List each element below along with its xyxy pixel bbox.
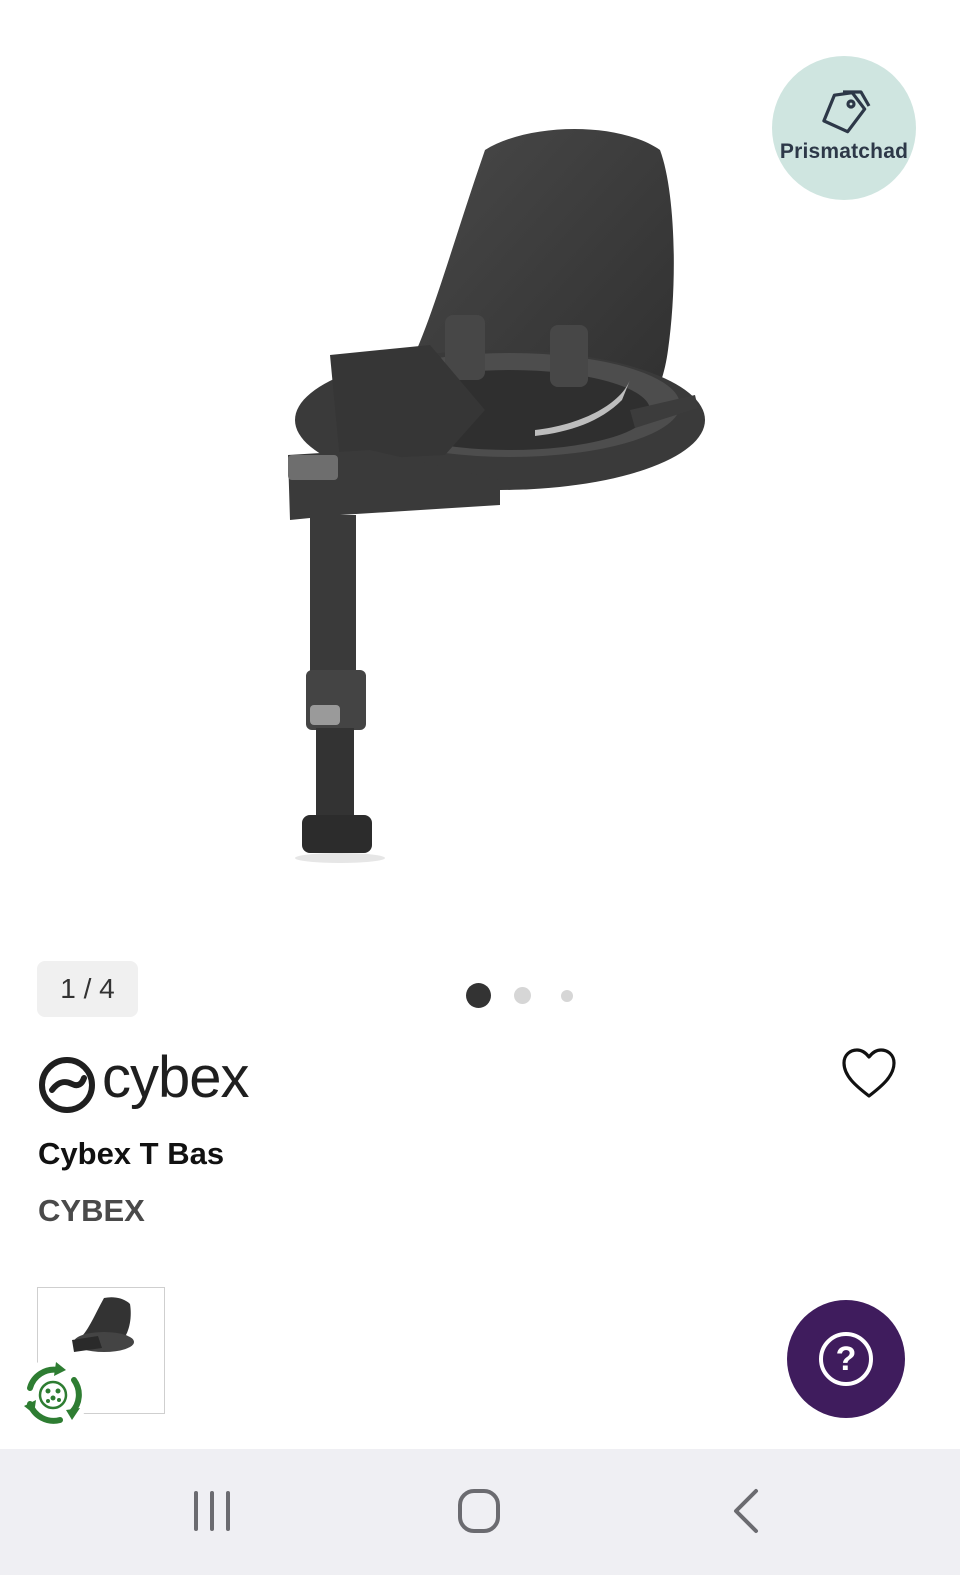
recent-apps-icon bbox=[194, 1491, 230, 1531]
carousel-pagination[interactable] bbox=[462, 982, 582, 1010]
question-icon: ? bbox=[819, 1332, 873, 1386]
product-image[interactable] bbox=[270, 110, 720, 890]
cybex-logo-mark-icon bbox=[39, 1057, 95, 1113]
brand-logo[interactable]: cybex bbox=[38, 1045, 298, 1130]
carousel-dot[interactable] bbox=[514, 987, 531, 1004]
help-button[interactable]: ? bbox=[787, 1300, 905, 1418]
favorite-button[interactable] bbox=[840, 1046, 898, 1100]
thumbnail-image bbox=[72, 1297, 134, 1352]
heart-outline-icon bbox=[842, 1048, 896, 1098]
price-match-badge[interactable]: Prismatchad bbox=[772, 56, 916, 200]
system-navigation-bar bbox=[0, 1449, 960, 1575]
image-counter: 1 / 4 bbox=[37, 961, 138, 1017]
price-tag-icon bbox=[822, 90, 871, 134]
brand-logo-text: cybex bbox=[102, 1045, 250, 1110]
recent-apps-button[interactable] bbox=[182, 1485, 242, 1541]
back-button[interactable] bbox=[718, 1485, 778, 1541]
recycle-icon bbox=[17, 1359, 89, 1431]
back-icon bbox=[734, 1489, 758, 1533]
recycle-badge[interactable] bbox=[16, 1358, 90, 1432]
carousel-dot[interactable] bbox=[561, 990, 573, 1002]
product-brand[interactable]: CYBEX bbox=[38, 1193, 145, 1229]
price-match-label: Prismatchad bbox=[779, 140, 909, 163]
carousel-dot-active[interactable] bbox=[466, 983, 491, 1008]
product-title: Cybex T Bas bbox=[38, 1136, 225, 1171]
home-button[interactable] bbox=[450, 1485, 510, 1541]
home-icon bbox=[458, 1489, 500, 1533]
